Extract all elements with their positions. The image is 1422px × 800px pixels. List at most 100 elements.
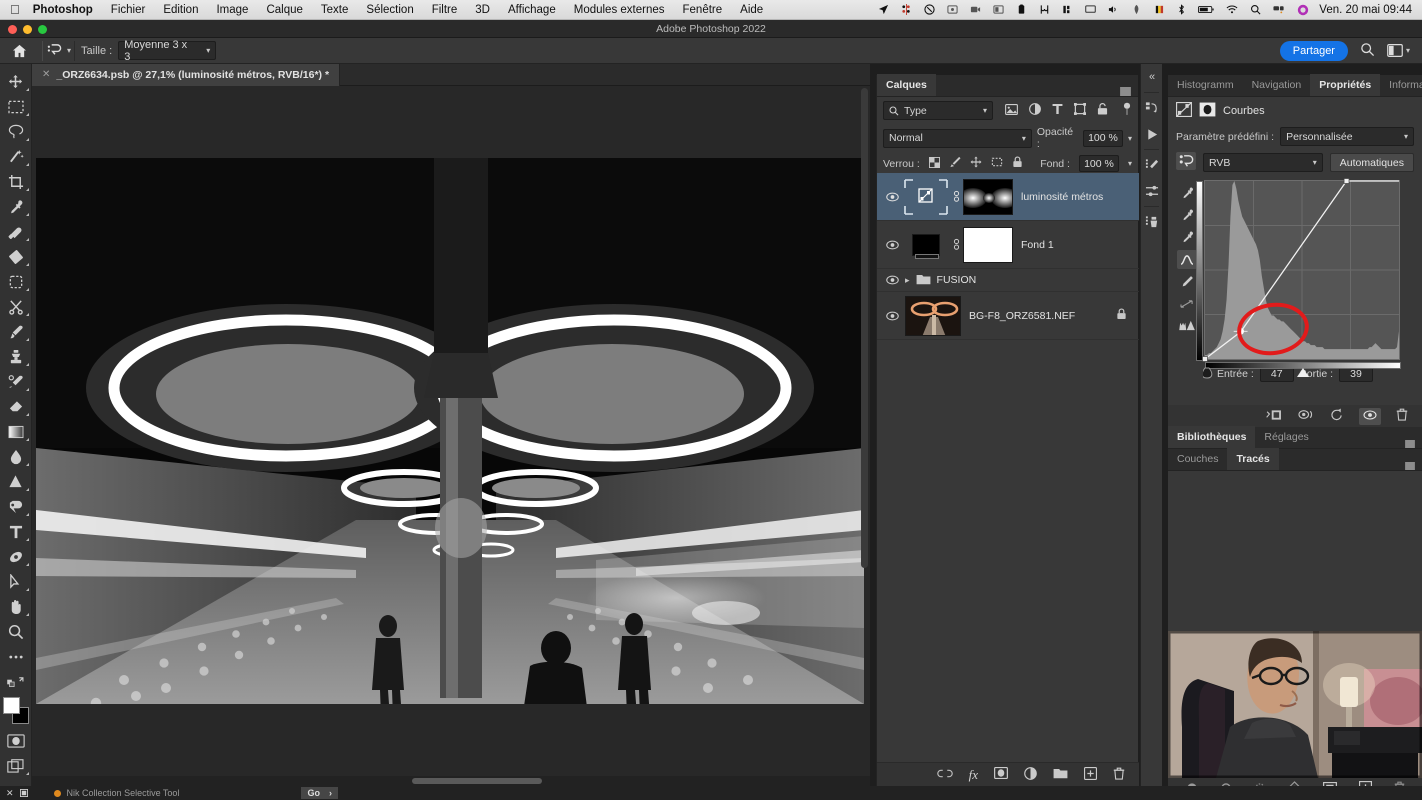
brush-settings-icon[interactable] xyxy=(1141,152,1163,178)
tab-informations[interactable]: Informations xyxy=(1380,74,1422,96)
location-arrow-icon[interactable] xyxy=(872,4,895,15)
tab-proprietes[interactable]: Propriétés xyxy=(1310,74,1381,96)
chevron-right-icon[interactable]: ▸ xyxy=(905,275,910,286)
move-tool[interactable] xyxy=(1,69,31,94)
menu-texte[interactable]: Texte xyxy=(312,4,358,16)
delete-layer-icon[interactable] xyxy=(1113,767,1125,783)
white-point-eyedropper-icon[interactable] xyxy=(1177,228,1197,247)
default-colors-icon[interactable] xyxy=(1,669,31,694)
pencil-curve-tool-icon[interactable] xyxy=(1177,272,1197,291)
tab-histogramme[interactable]: Histogramm xyxy=(1168,74,1243,96)
chevron-right-icon[interactable]: › xyxy=(329,788,332,798)
panel-small-icon[interactable] xyxy=(19,789,28,797)
document-image[interactable] xyxy=(36,158,864,704)
solid-color-thumbnail[interactable] xyxy=(903,225,949,265)
layer-mask-link-icon[interactable] xyxy=(949,190,963,203)
tab-reglages[interactable]: Réglages xyxy=(1255,426,1317,448)
chevron-down-icon[interactable]: ▾ xyxy=(1128,159,1132,168)
dodge-tool[interactable] xyxy=(1,469,31,494)
lasso-tool[interactable] xyxy=(1,119,31,144)
search-spotlight-icon[interactable] xyxy=(1033,4,1056,15)
collapse-panels-icon[interactable]: « xyxy=(1141,64,1163,90)
menu-fichier[interactable]: Fichier xyxy=(102,4,155,16)
toggle-visibility-icon[interactable] xyxy=(1359,407,1381,425)
on-image-adjust-icon[interactable] xyxy=(1176,152,1196,173)
shape-filter-icon[interactable] xyxy=(1074,103,1086,118)
menu-modules-externes[interactable]: Modules externes xyxy=(565,4,674,16)
delete-adjustment-icon[interactable] xyxy=(1396,408,1408,424)
screen-mode-icon[interactable] xyxy=(1,753,31,778)
patch-tool[interactable] xyxy=(1,244,31,269)
maximize-window-button[interactable] xyxy=(38,25,47,34)
link-layers-icon[interactable] xyxy=(936,769,953,781)
menu-affichage[interactable]: Affichage xyxy=(499,4,565,16)
display-mirror-icon[interactable] xyxy=(987,4,1010,15)
history-brush-tool[interactable] xyxy=(1,369,31,394)
layer-filter-type-dropdown[interactable]: Type ▾ xyxy=(883,101,993,120)
clone-stamp-tool[interactable] xyxy=(1,344,31,369)
panel-menu-icon[interactable] xyxy=(1113,87,1138,96)
menu-aide[interactable]: Aide xyxy=(731,4,772,16)
panel-menu-icon[interactable] xyxy=(1398,440,1422,448)
lock-all-icon[interactable] xyxy=(1012,156,1023,171)
layer-fx-icon[interactable]: fx xyxy=(969,767,978,783)
direct-selection-tool[interactable] xyxy=(1,569,31,594)
layer-visibility-toggle[interactable] xyxy=(881,240,903,250)
new-group-icon[interactable] xyxy=(1053,767,1068,782)
channel-dropdown[interactable]: RVB ▾ xyxy=(1203,153,1323,172)
canvas-horizontal-scrollbar[interactable] xyxy=(32,776,870,786)
blur-tool[interactable] xyxy=(1,444,31,469)
menu-fenetre[interactable]: Fenêtre xyxy=(674,4,732,16)
layer-visibility-toggle[interactable] xyxy=(881,192,903,202)
search-icon[interactable] xyxy=(1360,42,1375,60)
tab-bibliotheques[interactable]: Bibliothèques xyxy=(1168,426,1256,448)
control-center-icon[interactable] xyxy=(1267,4,1291,15)
new-layer-icon[interactable] xyxy=(1084,766,1098,783)
spot-healing-brush-tool[interactable] xyxy=(1,219,31,244)
history-icon[interactable] xyxy=(1141,95,1163,121)
lock-artboard-icon[interactable] xyxy=(991,156,1003,171)
layer-mask-link-icon[interactable] xyxy=(949,238,963,251)
color-swatches[interactable] xyxy=(1,696,31,728)
close-small-icon[interactable]: ✕ xyxy=(6,788,14,799)
siri-icon[interactable] xyxy=(1291,4,1315,16)
vpn-icon[interactable] xyxy=(1125,4,1148,15)
table-row[interactable]: BG-F8_ORZ6581.NEF xyxy=(877,292,1139,340)
new-adjustment-icon[interactable] xyxy=(1024,766,1037,783)
stats-icon[interactable] xyxy=(1056,4,1079,15)
layer-visibility-toggle[interactable] xyxy=(881,275,903,285)
adjustment-layer-thumbnail[interactable] xyxy=(903,177,949,217)
gradient-tool[interactable] xyxy=(1,419,31,444)
minimize-window-button[interactable] xyxy=(23,25,32,34)
reset-icon[interactable] xyxy=(1330,408,1344,424)
menu-photoshop[interactable]: Photoshop xyxy=(31,4,102,16)
mask-icon[interactable] xyxy=(1199,102,1216,120)
airplay-icon[interactable] xyxy=(1079,4,1102,15)
layer-mask-thumbnail[interactable] xyxy=(963,178,1013,215)
wifi-icon[interactable] xyxy=(1220,4,1244,15)
canvas-vertical-scrollbar[interactable] xyxy=(861,88,868,568)
battery-icon[interactable] xyxy=(1192,4,1220,15)
scroll-thumb[interactable] xyxy=(412,778,542,784)
pen-tool[interactable] xyxy=(1,494,31,519)
layer-mask-thumbnail[interactable] xyxy=(963,226,1013,263)
lock-transparency-icon[interactable] xyxy=(928,156,940,171)
menu-filtre[interactable]: Filtre xyxy=(423,4,467,16)
paths-panel-body[interactable] xyxy=(1168,471,1422,631)
tool-presets-icon[interactable] xyxy=(1141,178,1163,204)
clip-warning-icon[interactable] xyxy=(1177,316,1197,335)
spotlight-icon[interactable] xyxy=(1244,4,1267,15)
foreground-color-swatch[interactable] xyxy=(2,697,20,714)
eraser-tool[interactable] xyxy=(1,394,31,419)
do-not-disturb-icon[interactable] xyxy=(918,4,941,15)
rectangular-marquee-tool[interactable] xyxy=(1,94,31,119)
menu-3d[interactable]: 3D xyxy=(466,4,499,16)
smartobject-filter-icon[interactable] xyxy=(1097,103,1108,118)
lock-all-icon[interactable] xyxy=(1116,308,1139,323)
size-dropdown[interactable]: Moyenne 3 x 3 ▾ xyxy=(118,39,217,63)
panel-menu-icon[interactable] xyxy=(1398,462,1422,470)
table-row[interactable]: luminosité métros xyxy=(877,173,1139,221)
blend-mode-dropdown[interactable]: Normal ▾ xyxy=(883,128,1032,148)
play-icon[interactable] xyxy=(1141,121,1163,147)
chevron-down-icon[interactable]: ▾ xyxy=(1128,134,1132,143)
